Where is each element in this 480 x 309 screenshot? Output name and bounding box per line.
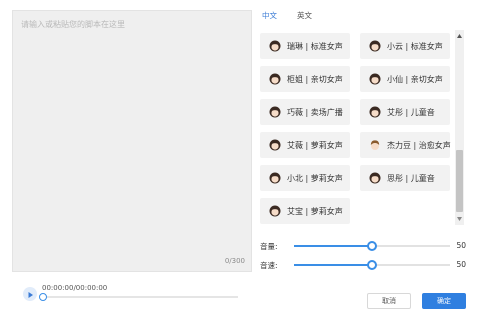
volume-slider-fill [294,245,372,247]
playback-progress-track[interactable] [39,293,238,301]
volume-slider-handle[interactable] [367,241,377,251]
voice-card[interactable]: 柜姐 | 亲切女声 [260,66,350,92]
voice-card[interactable]: 杰力豆 | 治愈女声 [360,132,451,158]
character-count: 0/300 [224,257,245,265]
voice-card-label: 小北 | 萝莉女声 [287,173,343,183]
female-avatar-icon [269,106,281,118]
voice-card[interactable]: 艾宝 | 萝莉女声 [260,198,350,224]
voice-card[interactable]: 思彤 | 儿童音 [360,165,450,191]
voice-card[interactable]: 瑞琳 | 标准女声 [260,33,350,59]
playback-time: 00:00:00/00:00:00 [42,284,108,292]
speed-slider-handle[interactable] [367,260,377,270]
voice-card-label: 瑞琳 | 标准女声 [287,41,343,51]
voice-card-label: 杰力豆 | 治愈女声 [387,140,451,150]
female-avatar-icon [269,172,281,184]
editor-placeholder: 请输入或粘贴您的脚本在这里 [21,20,125,29]
female-avatar-icon [369,73,381,85]
voice-card[interactable]: 小云 | 标准女声 [360,33,450,59]
voice-card[interactable]: 艾彤 | 儿童音 [360,99,450,125]
voice-card[interactable]: 小仙 | 亲切女声 [360,66,450,92]
female-avatar-icon [269,139,281,151]
speed-slider-track[interactable] [294,260,450,270]
voice-card-label: 小云 | 标准女声 [387,41,443,51]
tab-english[interactable]: 英文 [297,10,312,21]
female-avatar-icon [369,106,381,118]
scroll-down-arrow-icon[interactable] [455,215,464,223]
scroll-up-arrow-icon[interactable] [455,32,464,40]
voice-card[interactable]: 巧薇 | 卖场广播 [260,99,350,125]
voice-list-scrollbar[interactable] [455,30,464,225]
volume-control: 音量: 50 [260,239,470,253]
female-avatar-icon [269,73,281,85]
confirm-button[interactable]: 确定 [422,293,466,309]
voice-card-label: 小仙 | 亲切女声 [387,74,443,84]
voice-card[interactable]: 小北 | 萝莉女声 [260,165,350,191]
play-button[interactable] [23,287,37,301]
script-textarea[interactable]: 请输入或粘贴您的脚本在这里 0/300 [12,10,252,272]
voice-card-label: 巧薇 | 卖场广播 [287,107,343,117]
voice-card-label: 艾彤 | 儿童音 [387,107,435,117]
cancel-button[interactable]: 取消 [367,293,411,309]
voice-card-label: 思彤 | 儿童音 [387,173,435,183]
female-avatar-icon [269,40,281,52]
female-avatar-icon [369,40,381,52]
speed-control: 音速: 50 [260,258,470,272]
voice-card[interactable]: 艾薇 | 萝莉女声 [260,132,350,158]
male-avatar-icon [370,140,380,150]
speed-slider-fill [294,264,372,266]
voice-card-label: 柜姐 | 亲切女声 [287,74,343,84]
voice-card-label: 艾薇 | 萝莉女声 [287,140,343,150]
speed-value: 50 [456,260,466,269]
female-avatar-icon [269,205,281,217]
voice-list: 瑞琳 | 标准女声 小云 | 标准女声 柜姐 | 亲切女声 小仙 | 亲切女声 … [258,30,466,230]
voice-card-label: 艾宝 | 萝莉女声 [287,206,343,216]
volume-value: 50 [456,241,466,250]
speed-label: 音速: [260,261,278,270]
female-avatar-icon [369,172,381,184]
volume-label: 音量: [260,242,278,251]
scrollbar-thumb[interactable] [456,150,463,212]
tab-chinese[interactable]: 中文 [262,10,277,21]
volume-slider-track[interactable] [294,241,450,251]
audio-player: 00:00:00/00:00:00 [20,282,240,301]
